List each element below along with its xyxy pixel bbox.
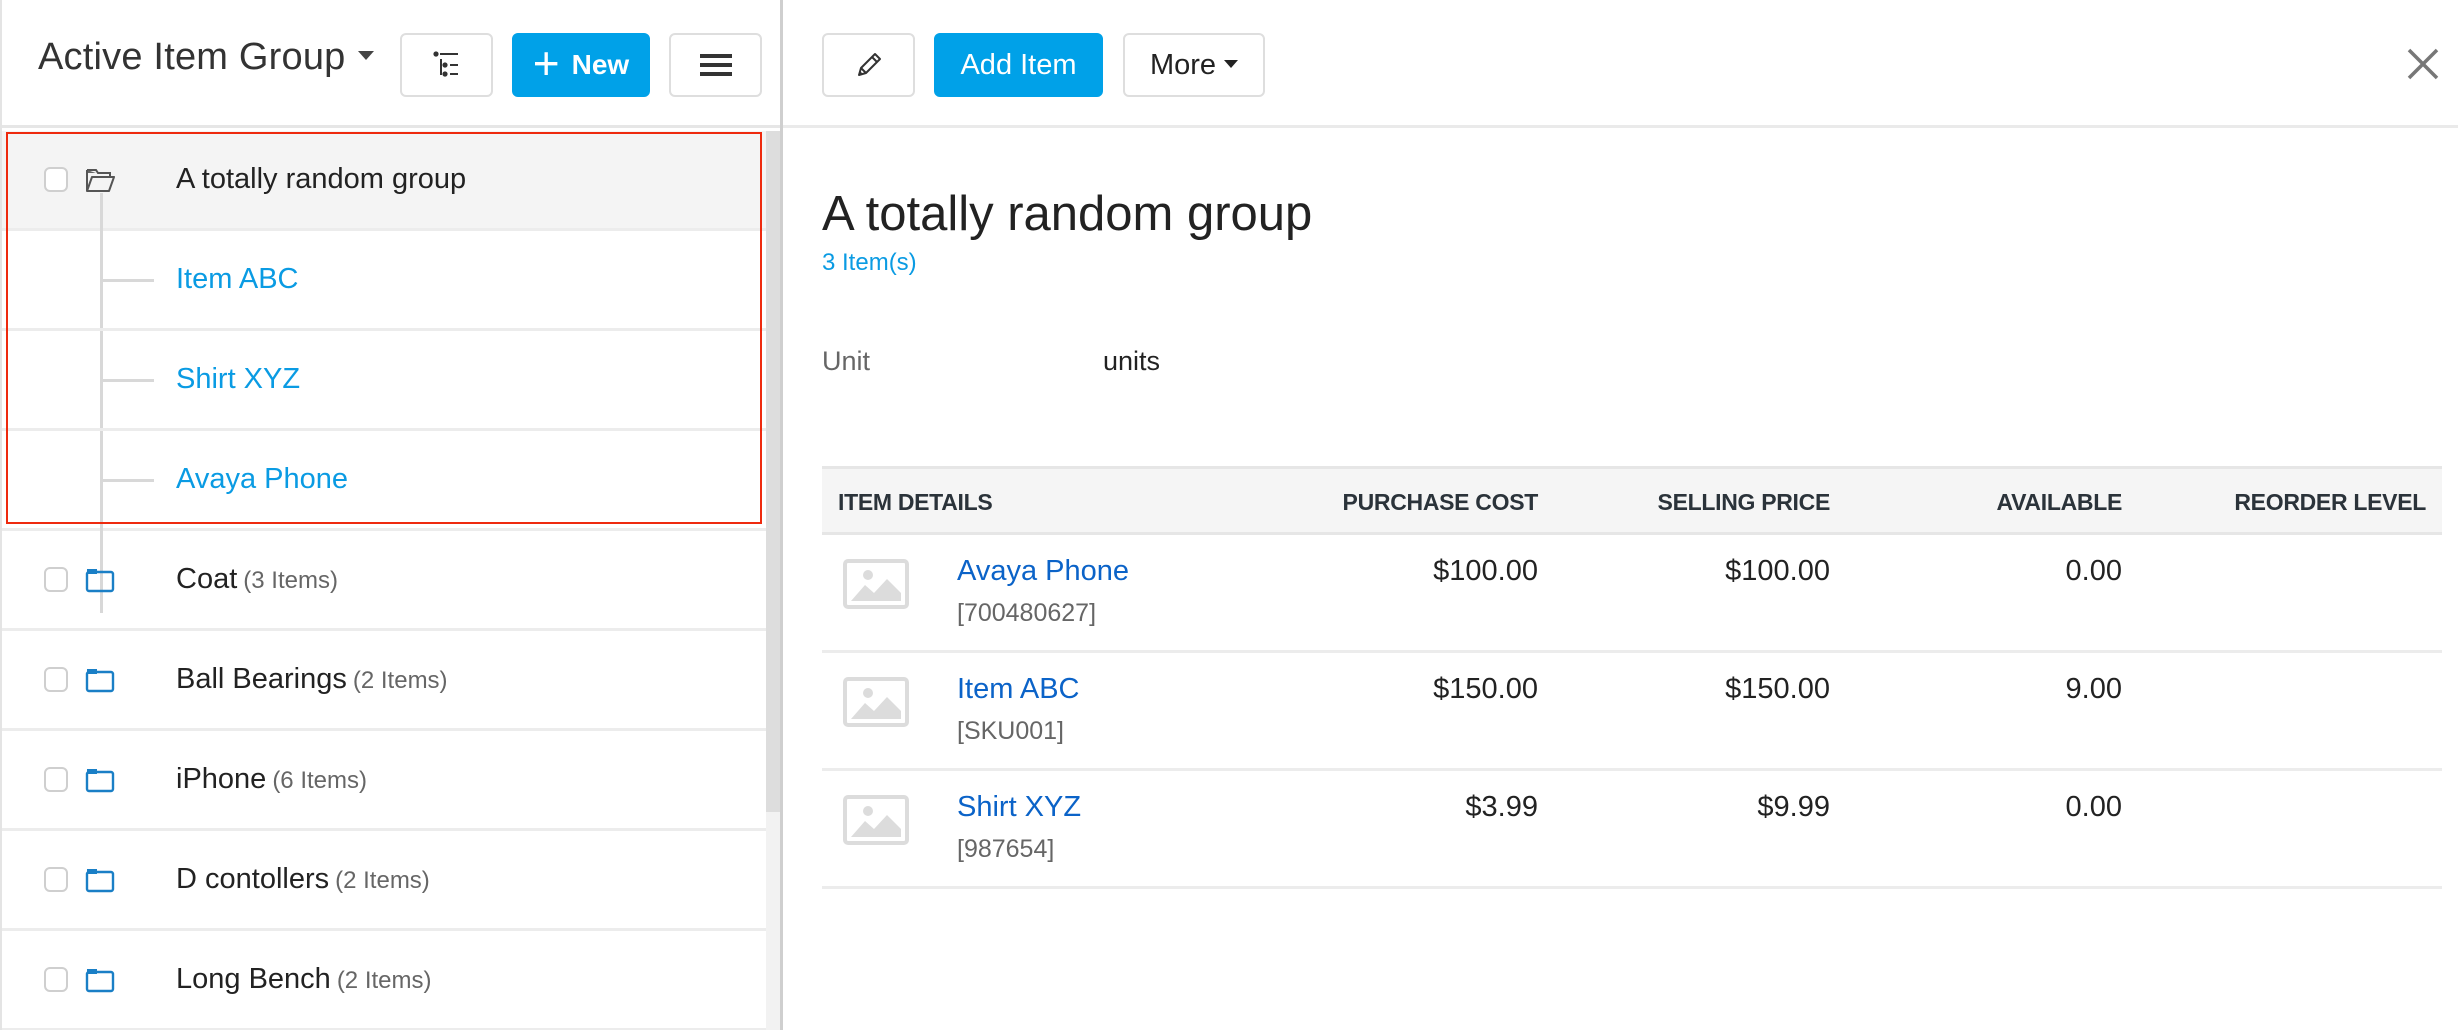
group-row[interactable]: Long Bench (2 Items) [2,931,766,1030]
col-item-details: ITEM DETAILS [838,489,993,515]
group-name[interactable]: Ball Bearings (2 Items) [176,663,448,696]
tree-connector [100,379,154,382]
unit-value: units [1103,346,1161,376]
image-placeholder-icon [843,559,909,609]
group-row[interactable]: D contollers (2 Items) [2,831,766,931]
item-group-list: A totally random group Item ABC Shirt XY… [2,131,766,1030]
group-name[interactable]: Coat (3 Items) [176,563,338,596]
group-name[interactable]: iPhone (6 Items) [176,763,367,796]
col-selling-price: SELLING PRICE [1657,489,1831,515]
list-menu-button[interactable] [669,33,762,97]
group-name-text: Long Bench [176,963,331,995]
folder-icon [85,769,115,793]
table-row: Shirt XYZ [987654] $3.99 $9.99 0.00 [822,771,2442,889]
group-row[interactable]: Coat (3 Items) [2,531,766,631]
item-group-list-panel: Active Item Group + New A totally random… [0,0,782,1030]
child-item-link[interactable]: Item ABC [176,263,299,296]
group-child-row[interactable]: Avaya Phone [2,431,766,527]
tree-view-icon [432,51,458,77]
view-selector-dropdown[interactable]: Active Item Group [38,36,374,79]
row-checkbox[interactable] [44,967,68,992]
group-name-text: Coat [176,563,238,595]
row-checkbox[interactable] [44,667,68,692]
folder-icon [85,869,115,893]
list-header: Active Item Group + New [2,0,782,128]
caret-down-icon [1224,60,1239,68]
item-name-link[interactable]: Item ABC [957,673,1080,706]
plus-icon: + [532,37,560,89]
view-title: Active Item Group [38,36,346,78]
tree-view-button[interactable] [400,33,493,97]
selling-price: $150.00 [1725,673,1830,705]
add-item-button[interactable]: Add Item [934,33,1103,97]
table-row: Item ABC [SKU001] $150.00 $150.00 9.00 [822,653,2442,771]
group-child-row[interactable]: Item ABC [2,231,766,331]
available-qty: 0.00 [2065,555,2122,587]
col-reorder-level: REORDER LEVEL [2234,489,2426,515]
row-checkbox[interactable] [44,867,68,892]
group-row-selected[interactable]: A totally random group [2,131,766,613]
pencil-icon [857,53,881,76]
folder-icon [85,669,115,693]
item-count-link[interactable]: 3 Item(s) [822,249,917,277]
new-group-button[interactable]: + New [512,33,650,97]
item-sku: [700480627] [957,599,1097,627]
table-header: ITEM DETAILS PURCHASE COST SELLING PRICE… [822,466,2442,535]
folder-open-icon [86,169,115,192]
item-sku: [987654] [957,835,1055,863]
row-checkbox[interactable] [44,767,68,792]
detail-toolbar: Add Item More [783,0,2458,128]
group-name[interactable]: Long Bench (2 Items) [176,963,432,996]
row-checkbox[interactable] [44,167,68,192]
group-item-count: (3 Items) [243,567,338,594]
group-name[interactable]: A totally random group [176,163,466,196]
purchase-cost: $100.00 [1433,555,1538,587]
items-table: ITEM DETAILS PURCHASE COST SELLING PRICE… [822,466,2442,889]
item-name-link[interactable]: Avaya Phone [957,555,1129,588]
more-label: More [1149,48,1217,81]
group-child-row[interactable]: Shirt XYZ [2,331,766,431]
col-available: AVAILABLE [1996,489,2123,515]
selling-price: $100.00 [1725,555,1830,587]
item-sku: [SKU001] [957,717,1065,745]
caret-down-icon [357,51,374,61]
available-qty: 9.00 [2065,673,2122,705]
col-purchase-cost: PURCHASE COST [1342,489,1539,515]
group-title: A totally random group [822,187,1313,241]
more-dropdown-button[interactable]: More [1123,33,1265,97]
purchase-cost: $3.99 [1465,791,1538,823]
folder-icon [85,969,115,993]
group-name[interactable]: D contollers (2 Items) [176,863,430,896]
available-qty: 0.00 [2065,791,2122,823]
group-item-count: (6 Items) [272,767,367,794]
group-item-count: (2 Items) [352,667,448,694]
group-row[interactable]: Ball Bearings (2 Items) [2,631,766,731]
purchase-cost: $150.00 [1433,673,1538,705]
group-name-text: Ball Bearings [176,663,347,695]
folder-icon [85,569,115,593]
edit-button[interactable] [822,33,915,97]
image-placeholder-icon [843,795,909,845]
child-item-link[interactable]: Avaya Phone [176,463,348,496]
group-item-count: (2 Items) [335,867,430,894]
tree-connector [100,479,154,482]
child-item-link[interactable]: Shirt XYZ [176,363,300,396]
group-name-text: iPhone [176,763,267,795]
unit-label: Unit [822,346,871,376]
hamburger-icon [699,54,732,76]
selling-price: $9.99 [1757,791,1830,823]
item-name-link[interactable]: Shirt XYZ [957,791,1081,824]
group-name-text: D contollers [176,863,330,895]
row-checkbox[interactable] [44,567,68,592]
new-button-label: New [571,49,630,80]
group-row[interactable]: iPhone (6 Items) [2,731,766,831]
group-item-count: (2 Items) [336,967,432,994]
group-detail-panel: Add Item More A totally random group 3 I… [783,0,2458,1030]
close-icon[interactable] [2403,44,2443,84]
tree-connector [100,279,154,282]
image-placeholder-icon [843,677,909,727]
table-row: Avaya Phone [700480627] $100.00 $100.00 … [822,535,2442,653]
